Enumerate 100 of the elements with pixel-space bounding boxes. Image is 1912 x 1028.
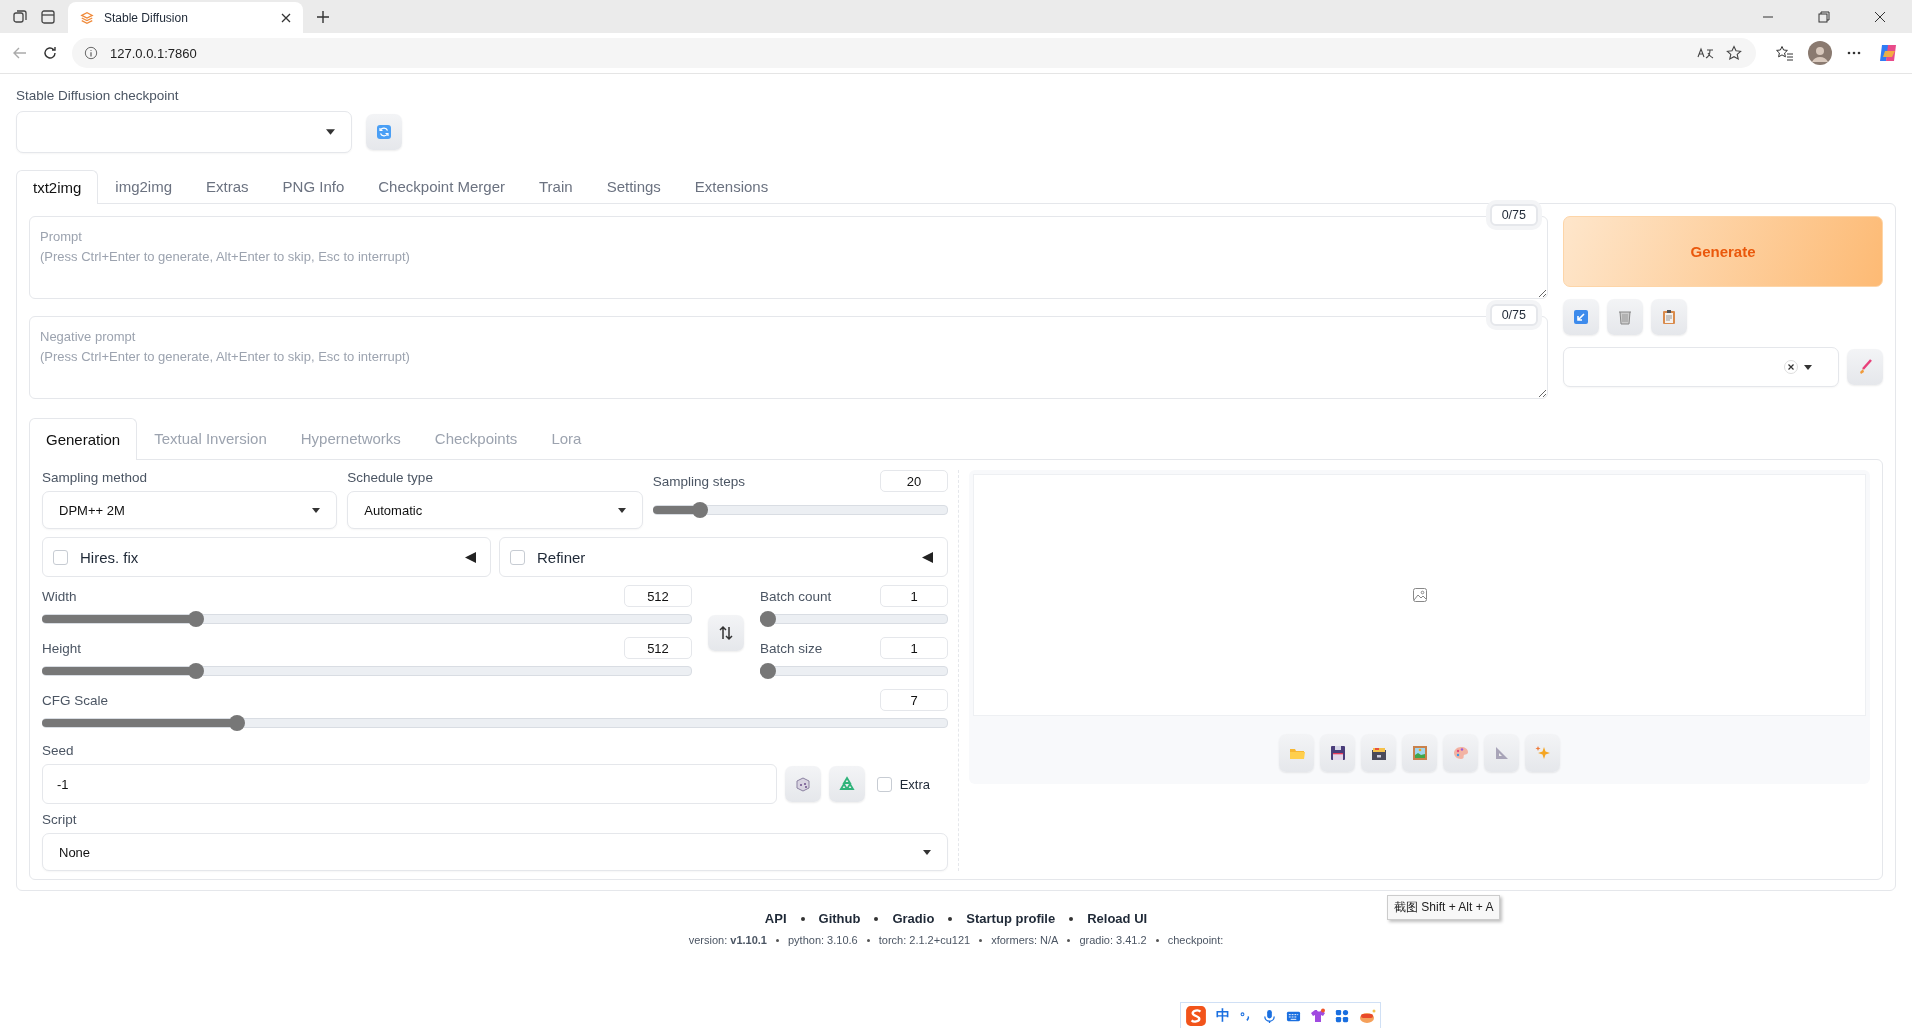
checkbox[interactable] bbox=[876, 776, 892, 792]
number-field[interactable]: 512 bbox=[624, 637, 692, 659]
accordion-label: Hires. fix bbox=[80, 548, 139, 566]
checkbox-label: Extra bbox=[899, 776, 930, 792]
caret-icon bbox=[312, 507, 321, 513]
slider-thumb[interactable] bbox=[760, 611, 776, 627]
footer-link[interactable]: API bbox=[764, 911, 787, 926]
checkpoint-dropdown[interactable] bbox=[16, 111, 352, 153]
separator-dot bbox=[874, 916, 879, 921]
clear-icon[interactable] bbox=[1784, 360, 1798, 374]
slider[interactable] bbox=[42, 663, 692, 679]
version-info: gradio: 3.41.2 bbox=[1079, 934, 1147, 946]
main-tab[interactable]: PNG Info bbox=[265, 169, 362, 203]
close-icon[interactable] bbox=[281, 12, 291, 23]
main-tab[interactable]: txt2img bbox=[16, 170, 99, 204]
collapse-icon[interactable] bbox=[922, 551, 933, 563]
img2img-button[interactable] bbox=[1402, 734, 1437, 772]
version-info: version: v1.10.1 bbox=[688, 934, 767, 946]
separator-dot bbox=[979, 938, 983, 942]
checkbox[interactable] bbox=[510, 549, 525, 565]
translate-icon[interactable] bbox=[1696, 45, 1714, 61]
swap-button[interactable] bbox=[708, 615, 744, 651]
slider-thumb[interactable] bbox=[760, 663, 776, 679]
main-tab[interactable]: Extras bbox=[189, 169, 266, 203]
number-field[interactable]: 1 bbox=[880, 637, 948, 659]
grid-icon[interactable] bbox=[1335, 1009, 1349, 1023]
brush-button[interactable] bbox=[1847, 349, 1883, 385]
microphone-icon[interactable] bbox=[1262, 1008, 1277, 1024]
tab-actions-icon[interactable] bbox=[40, 8, 56, 25]
close-icon[interactable] bbox=[1874, 10, 1886, 23]
back-icon[interactable] bbox=[12, 45, 28, 61]
refresh-button[interactable] bbox=[366, 114, 402, 150]
slider-thumb[interactable] bbox=[187, 611, 204, 627]
separator-dot bbox=[1069, 916, 1074, 921]
separator-dot bbox=[1155, 938, 1159, 942]
main-tab[interactable]: img2img bbox=[98, 169, 190, 203]
number-field[interactable]: 512 bbox=[624, 585, 692, 607]
brush-icon bbox=[1857, 359, 1873, 375]
trash-icon bbox=[1617, 309, 1633, 325]
slider-thumb[interactable] bbox=[187, 663, 204, 679]
version-info: xformers: N/A bbox=[991, 934, 1059, 946]
restore-icon[interactable] bbox=[1818, 10, 1830, 23]
save-button[interactable] bbox=[1320, 734, 1355, 772]
recycle-icon bbox=[838, 776, 855, 792]
collapse-icon[interactable] bbox=[465, 551, 476, 563]
site-icon bbox=[80, 10, 94, 25]
read-parameters-button[interactable] bbox=[1563, 299, 1599, 335]
palette-icon bbox=[1452, 745, 1469, 761]
accordion-header[interactable]: Refiner bbox=[499, 537, 948, 577]
info-icon[interactable] bbox=[84, 46, 98, 60]
main-tab[interactable]: Extensions bbox=[677, 169, 786, 203]
schedule-type-dropdown[interactable]: Automatic bbox=[347, 491, 643, 529]
caret-icon bbox=[617, 507, 626, 513]
footer-link[interactable]: Startup profile bbox=[966, 911, 1056, 926]
swap-icon bbox=[718, 625, 734, 641]
slider[interactable] bbox=[42, 611, 692, 627]
checkbox[interactable] bbox=[53, 549, 68, 565]
shirt-icon[interactable] bbox=[1310, 1008, 1326, 1024]
avatar-icon[interactable] bbox=[1808, 41, 1832, 65]
new-tab-icon[interactable] bbox=[315, 8, 331, 25]
number-field[interactable]: 1 bbox=[880, 585, 948, 607]
input-mode[interactable]: 中 bbox=[1216, 1007, 1230, 1025]
sampling-method-dropdown[interactable]: DPM++ 2M bbox=[42, 491, 338, 529]
browser-tab[interactable]: Stable Diffusion bbox=[68, 2, 303, 33]
caret-icon bbox=[1804, 364, 1812, 370]
separator-dot bbox=[800, 916, 805, 921]
accordion-header[interactable]: Hires. fix bbox=[42, 537, 491, 577]
sub-tab[interactable]: Generation bbox=[29, 418, 138, 460]
slider[interactable] bbox=[760, 663, 948, 679]
favorites-icon[interactable] bbox=[1776, 45, 1794, 61]
star-icon[interactable] bbox=[1726, 45, 1742, 61]
address-bar[interactable]: 127.0.0.1:7860 bbox=[72, 38, 1756, 68]
clipboard-button[interactable] bbox=[1651, 299, 1687, 335]
random-seed-button[interactable] bbox=[784, 766, 821, 802]
zip-button[interactable] bbox=[1361, 734, 1396, 772]
number-field[interactable]: 7 bbox=[880, 689, 948, 711]
reuse-seed-button[interactable] bbox=[828, 766, 865, 802]
mascot-icon[interactable] bbox=[1358, 1008, 1376, 1024]
script-dropdown[interactable]: None bbox=[42, 833, 948, 871]
separator-dot bbox=[948, 916, 953, 921]
slider-thumb[interactable] bbox=[228, 715, 245, 731]
ime-logo-icon[interactable] bbox=[1185, 1005, 1207, 1027]
main-tab[interactable]: Train bbox=[522, 169, 590, 203]
slider[interactable] bbox=[760, 611, 948, 627]
main-tab[interactable]: Checkpoint Merger bbox=[361, 169, 522, 203]
reload-icon[interactable] bbox=[42, 45, 58, 61]
number-field[interactable]: 20 bbox=[880, 470, 948, 492]
seed-field[interactable]: -1 bbox=[42, 764, 777, 804]
footer-link[interactable]: Reload UI bbox=[1087, 911, 1148, 926]
footer-link[interactable]: Github bbox=[818, 911, 861, 926]
field-label: Script bbox=[42, 812, 78, 827]
slider-thumb[interactable] bbox=[691, 502, 708, 518]
version-info: python: 3.10.6 bbox=[787, 934, 858, 946]
field-label: Width bbox=[42, 588, 77, 604]
workspaces-icon[interactable] bbox=[12, 8, 28, 25]
main-tab[interactable]: Settings bbox=[589, 169, 678, 203]
slider[interactable] bbox=[652, 502, 948, 518]
footer-link[interactable]: Gradio bbox=[892, 911, 935, 926]
slider[interactable] bbox=[42, 715, 948, 731]
refresh-icon bbox=[376, 124, 392, 140]
